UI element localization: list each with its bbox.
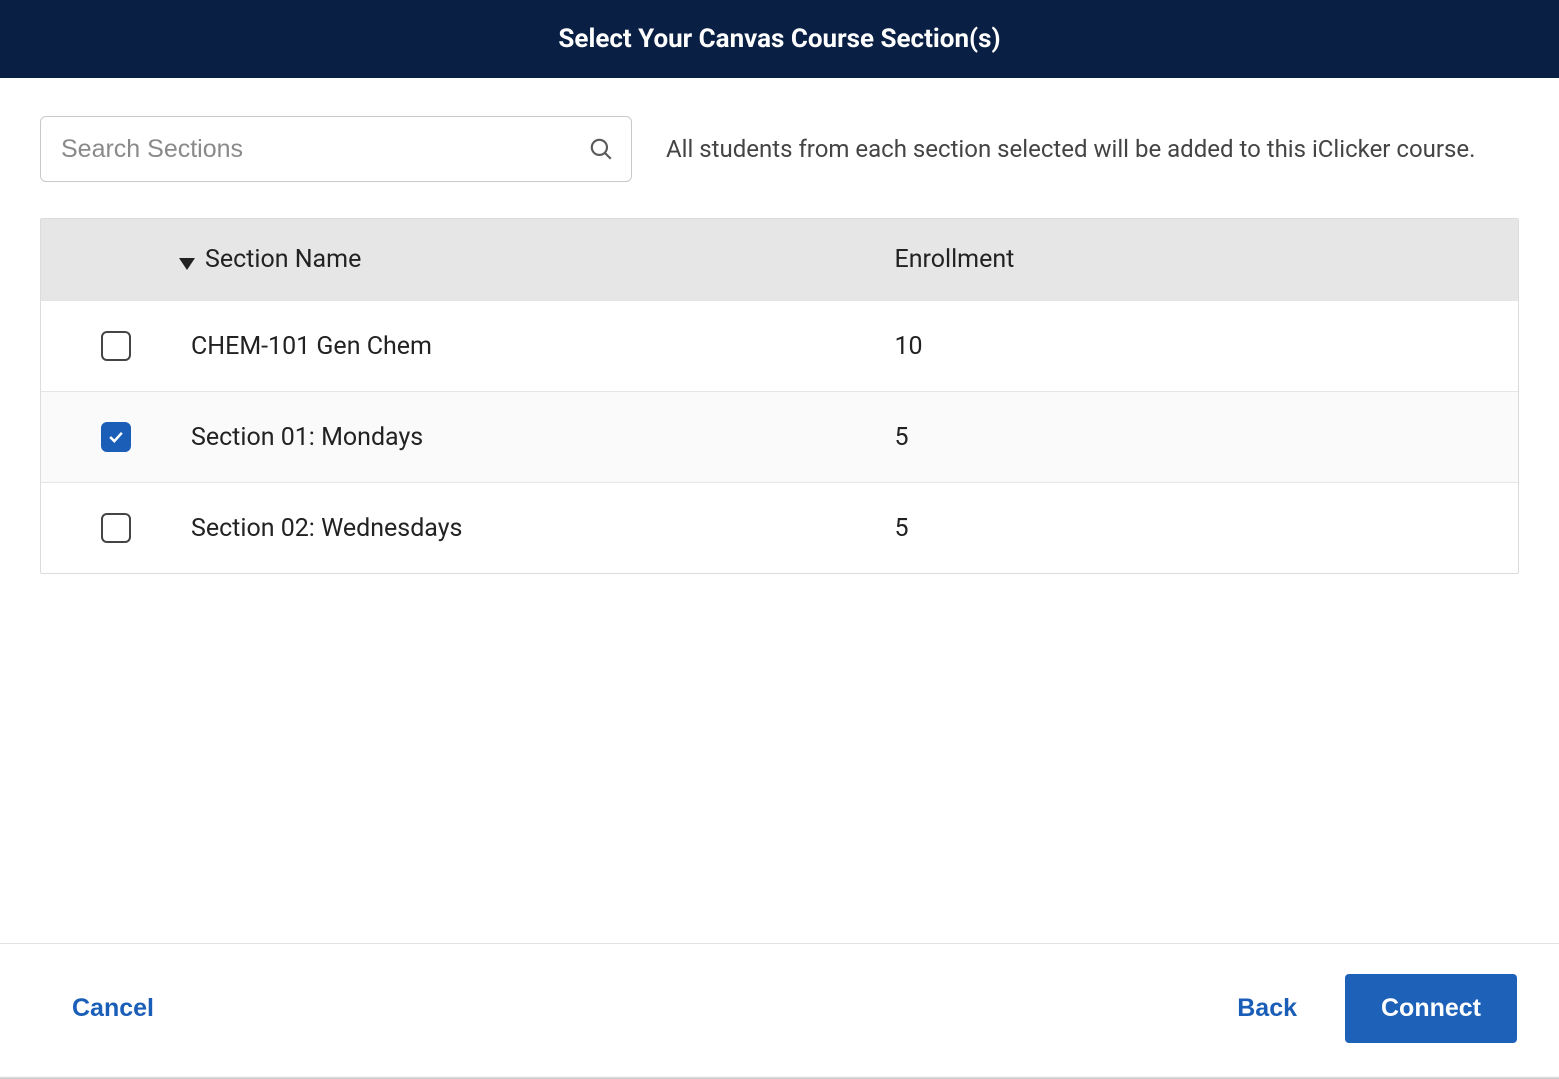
enrollment-cell: 10 (895, 332, 1519, 361)
connect-button[interactable]: Connect (1345, 974, 1517, 1043)
section-name-cell: CHEM-101 Gen Chem (191, 332, 855, 361)
modal-content: All students from each section selected … (0, 78, 1559, 574)
table-row[interactable]: Section 01: Mondays 5 (41, 391, 1518, 482)
back-button[interactable]: Back (1237, 994, 1297, 1023)
modal-footer: Cancel Back Connect (0, 943, 1559, 1079)
enrollment-label: Enrollment (895, 245, 1015, 274)
section-checkbox[interactable] (101, 331, 131, 361)
helper-text: All students from each section selected … (666, 135, 1519, 163)
enrollment-cell: 5 (895, 423, 1519, 452)
sections-table: Section Name Enrollment CHEM-101 Gen Che… (40, 218, 1519, 574)
section-name-label: Section Name (205, 245, 361, 274)
section-checkbox[interactable] (101, 422, 131, 452)
cancel-button[interactable]: Cancel (72, 994, 154, 1023)
search-wrap (40, 116, 632, 182)
table-row[interactable]: Section 02: Wednesdays 5 (41, 482, 1518, 573)
modal-title: Select Your Canvas Course Section(s) (558, 24, 1000, 54)
column-header-section-name[interactable]: Section Name (177, 245, 855, 274)
modal-header: Select Your Canvas Course Section(s) (0, 0, 1559, 78)
section-checkbox[interactable] (101, 513, 131, 543)
search-icon (588, 136, 614, 162)
enrollment-cell: 5 (895, 514, 1519, 543)
search-helper-row: All students from each section selected … (40, 116, 1519, 182)
column-header-enrollment[interactable]: Enrollment (895, 245, 1519, 274)
table-header-row: Section Name Enrollment (41, 219, 1518, 300)
section-name-cell: Section 02: Wednesdays (191, 514, 855, 543)
sort-asc-icon (177, 251, 197, 269)
search-input[interactable] (40, 116, 632, 182)
table-row[interactable]: CHEM-101 Gen Chem 10 (41, 300, 1518, 391)
section-name-cell: Section 01: Mondays (191, 423, 855, 452)
